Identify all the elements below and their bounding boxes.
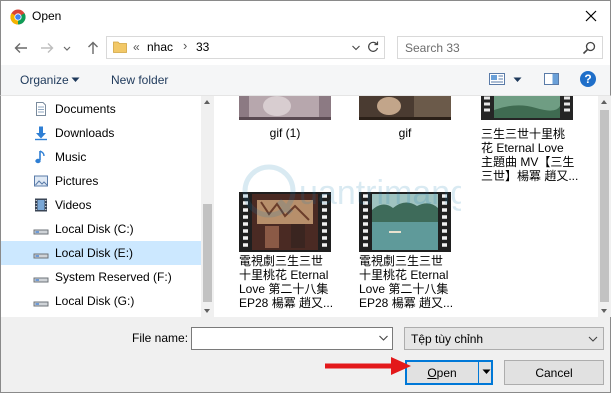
navigation-pane: Documents Downloads Music Pictures Video… (1, 96, 201, 317)
cancel-button[interactable]: Cancel (504, 360, 604, 385)
sidebar-item-documents[interactable]: Documents (1, 97, 201, 121)
sidebar-scrollbar[interactable] (201, 96, 214, 317)
file-type-select[interactable]: Tệp tùy chỉnh (404, 327, 604, 350)
sidebar-item-label: Music (55, 150, 87, 164)
gif-thumbnail (239, 96, 331, 120)
preview-pane-icon[interactable] (543, 71, 560, 87)
bottom-panel: File name: Tệp tùy chỉnh Open Cancel (0, 317, 611, 393)
file-name-label: File name: (132, 331, 189, 345)
sidebar-item-local-disk-e[interactable]: Local Disk (E:) (1, 241, 201, 265)
open-button-divider (478, 361, 479, 384)
sidebar-item-label: Pictures (55, 174, 99, 188)
music-icon (35, 150, 45, 164)
drive-icon (33, 277, 49, 283)
sidebar-item-local-disk-c[interactable]: Local Disk (C:) (1, 217, 201, 241)
new-folder-button[interactable]: New folder (111, 73, 168, 87)
chevron-down-icon[interactable] (588, 335, 598, 343)
scroll-up-icon[interactable] (204, 100, 210, 104)
file-list-scroll-thumb[interactable] (600, 110, 609, 302)
file-item-gif-1[interactable]: gif (1) (239, 96, 349, 144)
file-list-scrollbar[interactable] (598, 96, 611, 317)
open-button-label: Open (427, 366, 457, 380)
red-arrow-annotation (325, 357, 411, 375)
file-name-dropdown-icon[interactable] (375, 328, 392, 349)
file-name: gif (1) (269, 126, 301, 140)
sidebar-item-label: Local Disk (E:) (55, 246, 134, 260)
view-dropdown-icon[interactable] (513, 77, 522, 83)
file-name: 三生三世十里桃 花 Eternal Love 主題曲 MV【三生 三世】楊冪 趙… (481, 127, 579, 183)
scroll-down-icon[interactable] (204, 309, 210, 313)
file-type-value: Tệp tùy chỉnh (411, 332, 484, 346)
sidebar-item-local-disk-g[interactable]: Local Disk (G:) (1, 289, 201, 313)
video-thumbnail (481, 96, 573, 120)
sidebar-item-music[interactable]: Music (1, 145, 201, 169)
breadcrumb-separator[interactable]: › (183, 38, 187, 53)
sidebar-item-label: Local Disk (C:) (55, 222, 134, 236)
breadcrumb-33[interactable]: 33 (196, 40, 209, 54)
open-button[interactable]: Open (405, 360, 493, 385)
drive-icon (33, 229, 49, 235)
file-name: 電視劇三生三世 十里桃花 Eternal Love 第二十八集 EP28 楊冪 … (239, 254, 334, 310)
sidebar-item-label: Documents (55, 102, 116, 116)
watermark-logo: uantrimang (242, 164, 461, 218)
svg-text:uantrimang: uantrimang (299, 174, 461, 212)
folder-icon (113, 41, 127, 53)
sidebar-item-system-reserved-f[interactable]: System Reserved (F:) (1, 265, 201, 289)
breadcrumb-nhac[interactable]: nhac (147, 40, 173, 54)
refresh-icon[interactable] (366, 40, 380, 54)
file-name: 電視劇三生三世 十里桃花 Eternal Love 第二十八集 EP28 楊冪 … (359, 254, 454, 310)
drive-icon (33, 301, 49, 307)
sidebar-item-pictures[interactable]: Pictures (1, 169, 201, 193)
breadcrumb-overflow[interactable]: « (133, 40, 140, 54)
help-icon[interactable]: ? (579, 70, 597, 88)
sidebar-item-label: Videos (55, 198, 92, 212)
back-arrow-icon[interactable] (13, 40, 29, 56)
organize-dropdown-icon[interactable] (71, 77, 80, 83)
sidebar-scroll-thumb[interactable] (203, 204, 212, 302)
pictures-icon (34, 175, 48, 187)
chrome-icon (10, 9, 26, 25)
scroll-up-icon[interactable] (601, 100, 607, 104)
file-item-gif[interactable]: gif (359, 96, 469, 144)
open-options-dropdown-icon[interactable] (482, 369, 491, 375)
view-options-icon[interactable] (488, 71, 506, 87)
file-item-mv[interactable]: 三生三世十里桃 花 Eternal Love 主題曲 MV【三生 三世】楊冪 趙… (481, 96, 593, 188)
address-bar[interactable]: « nhac › 33 (106, 36, 385, 59)
sidebar-item-downloads[interactable]: Downloads (1, 121, 201, 145)
gif-thumbnail (359, 96, 451, 120)
navigation-bar: « nhac › 33 Search 33 (0, 31, 611, 65)
window-title: Open (32, 9, 62, 23)
downloads-icon (35, 126, 47, 141)
forward-arrow-icon[interactable] (39, 40, 55, 56)
cancel-button-label: Cancel (535, 366, 573, 380)
drive-icon (33, 253, 49, 259)
search-input[interactable]: Search 33 (397, 36, 603, 59)
sidebar-item-label: Local Disk (G:) (55, 294, 135, 308)
chevron-down-icon[interactable] (351, 44, 361, 52)
up-arrow-icon[interactable] (85, 40, 101, 56)
videos-icon (35, 198, 47, 212)
recent-locations-icon[interactable] (62, 40, 72, 56)
svg-text:?: ? (584, 72, 591, 86)
toolbar: Organize New folder ? (0, 65, 611, 96)
title-bar: Open (0, 0, 611, 31)
search-placeholder: Search 33 (405, 41, 460, 55)
scroll-down-icon[interactable] (601, 309, 607, 313)
documents-icon (36, 102, 46, 116)
sidebar-item-label: System Reserved (F:) (55, 270, 172, 284)
sidebar-item-label: Downloads (55, 126, 115, 140)
search-icon[interactable] (582, 41, 596, 55)
sidebar-item-videos[interactable]: Videos (1, 193, 201, 217)
organize-button[interactable]: Organize (20, 73, 69, 87)
close-icon[interactable] (580, 6, 602, 26)
content-area: Documents Downloads Music Pictures Video… (0, 96, 611, 317)
file-name-input[interactable] (191, 327, 393, 350)
file-name: gif (398, 126, 412, 140)
